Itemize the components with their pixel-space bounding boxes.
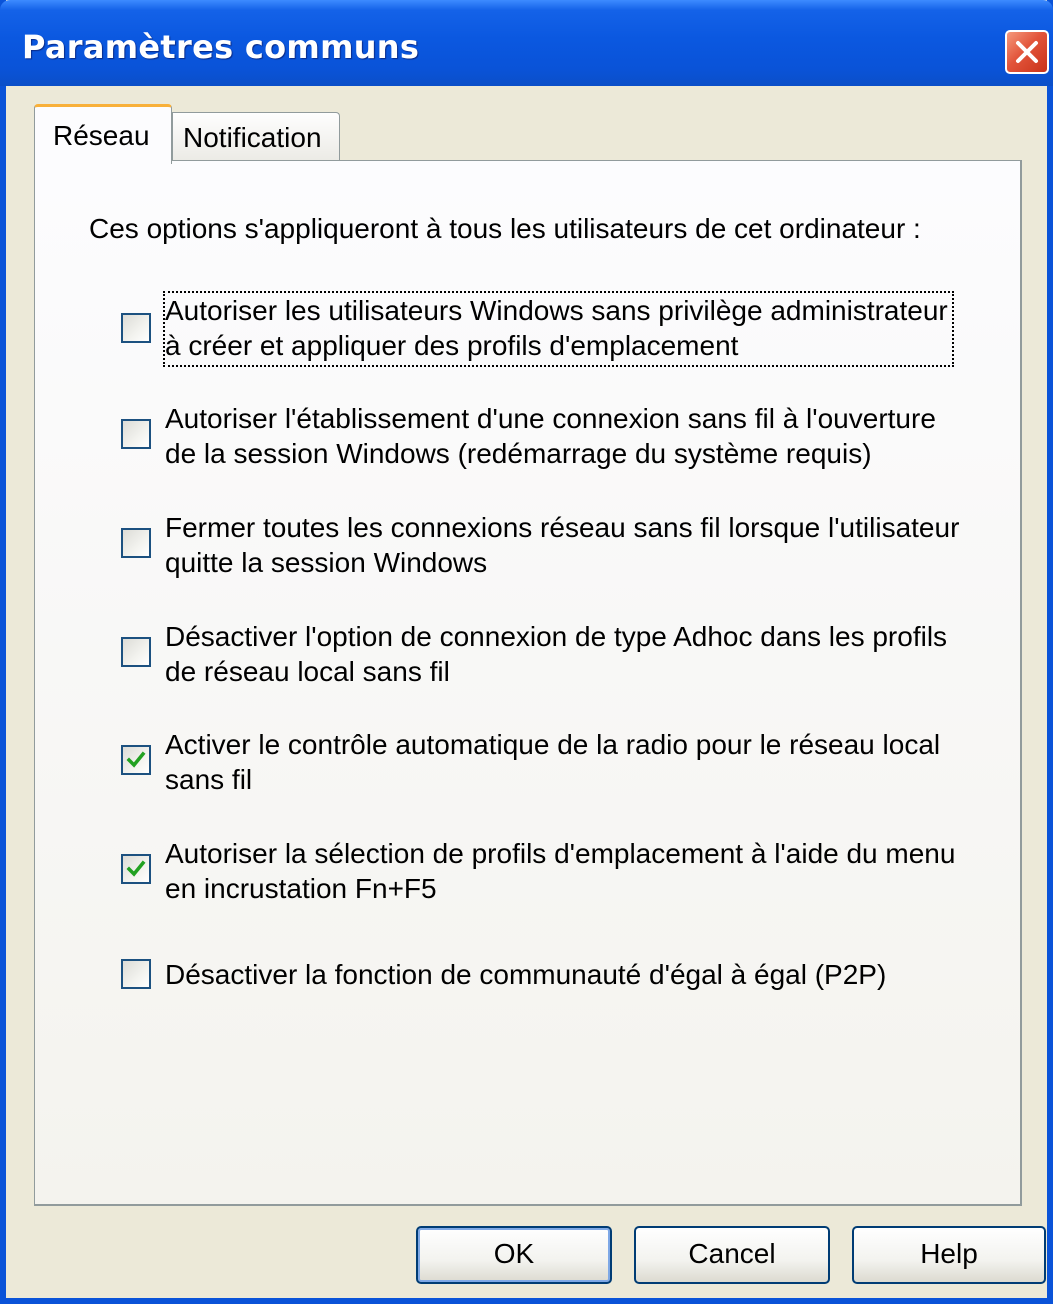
option-label-line: de la session Windows (redémarrage du sy… bbox=[165, 438, 872, 469]
option-label-line: Activer le contrôle automatique de la ra… bbox=[165, 729, 941, 760]
checkbox-allow-non-admin-profiles[interactable] bbox=[121, 313, 151, 343]
checkbox-disable-p2p[interactable] bbox=[121, 959, 151, 989]
checkmark-icon bbox=[126, 751, 146, 768]
title-bar[interactable]: Paramètres communs bbox=[0, 0, 1053, 86]
option-label: Autoriser les utilisateurs Windows sans … bbox=[163, 291, 954, 367]
checkbox-disable-adhoc[interactable] bbox=[121, 637, 151, 667]
option-label-line: à créer et appliquer des profils d'empla… bbox=[165, 330, 739, 361]
option-label-line: en incrustation Fn+F5 bbox=[165, 873, 437, 904]
checkbox-fn-f5-profile-selection[interactable] bbox=[121, 854, 151, 884]
option-label-line: Désactiver la fonction de communauté d'é… bbox=[165, 959, 887, 990]
option-label-line: Autoriser la sélection de profils d'empl… bbox=[165, 838, 956, 869]
tab-reseau[interactable]: Réseau bbox=[34, 104, 172, 164]
option-label: Fermer toutes les connexions réseau sans… bbox=[165, 510, 959, 580]
close-icon bbox=[1016, 41, 1038, 63]
tab-label: Réseau bbox=[53, 120, 150, 151]
window-title: Paramètres communs bbox=[22, 28, 420, 66]
option-label: Autoriser la sélection de profils d'empl… bbox=[165, 836, 955, 906]
option-label-line: Autoriser les utilisateurs Windows sans … bbox=[165, 295, 948, 326]
close-button[interactable] bbox=[1005, 30, 1049, 74]
option-label: Autoriser l'établissement d'une connexio… bbox=[165, 401, 936, 471]
option-label-line: quitte la session Windows bbox=[165, 547, 488, 578]
option-label-line: Désactiver l'option de connexion de type… bbox=[165, 621, 948, 652]
help-button[interactable]: Help bbox=[852, 1226, 1046, 1284]
option-label-line: de réseau local sans fil bbox=[165, 656, 450, 687]
checkbox-close-wireless-on-logoff[interactable] bbox=[121, 528, 151, 558]
intro-text: Ces options s'appliqueront à tous les ut… bbox=[89, 213, 921, 244]
cancel-button[interactable]: Cancel bbox=[634, 1226, 830, 1284]
checkbox-auto-radio-control[interactable] bbox=[121, 745, 151, 775]
checkbox-wireless-at-logon[interactable] bbox=[121, 419, 151, 449]
option-label: Activer le contrôle automatique de la ra… bbox=[165, 727, 940, 797]
checkmark-icon bbox=[126, 860, 146, 877]
option-label-line: sans fil bbox=[165, 764, 253, 795]
option-label: Désactiver l'option de connexion de type… bbox=[165, 619, 947, 689]
option-label: Désactiver la fonction de communauté d'é… bbox=[165, 957, 886, 992]
tab-notification[interactable]: Notification bbox=[172, 112, 340, 160]
option-label-line: Autoriser l'établissement d'une connexio… bbox=[165, 403, 936, 434]
ok-button[interactable]: OK bbox=[416, 1226, 612, 1284]
tab-panel-reseau: Ces options s'appliqueront à tous les ut… bbox=[34, 160, 1022, 1206]
tab-label: Notification bbox=[183, 122, 322, 153]
option-label-line: Fermer toutes les connexions réseau sans… bbox=[165, 512, 960, 543]
dialog-window: Paramètres communs Réseau Notification C… bbox=[0, 0, 1053, 1304]
